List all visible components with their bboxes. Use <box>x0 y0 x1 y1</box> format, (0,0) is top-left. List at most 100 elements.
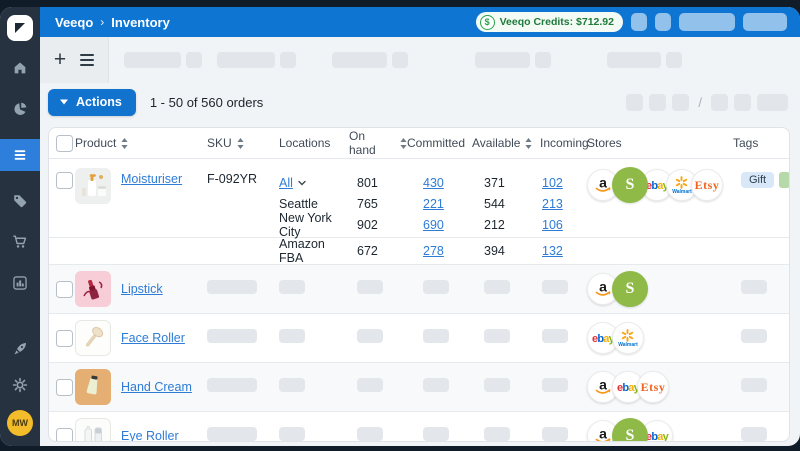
store-badge-etsy[interactable]: Etsy <box>637 371 669 403</box>
column-header-sku[interactable]: SKU <box>207 136 279 150</box>
column-header-on-hand[interactable]: On hand <box>349 129 407 157</box>
add-product-icon[interactable]: + <box>54 49 66 70</box>
shopify-icon: S <box>626 280 635 298</box>
column-header-available[interactable]: Available <box>472 136 540 150</box>
pagination-controls: / <box>626 94 788 111</box>
tags-cell <box>733 427 789 443</box>
sidebar-item-analytics[interactable] <box>0 98 40 120</box>
product-image-handcream[interactable] <box>75 369 111 405</box>
skeleton-value <box>279 280 305 294</box>
product-image-eyeroller[interactable] <box>75 418 111 442</box>
committed-cell <box>407 329 472 348</box>
breadcrumb-separator-icon: › <box>100 15 104 29</box>
product-image-moisturiser[interactable] <box>75 168 111 204</box>
table-body: MoisturiserF-092YRAll SeattleNew York Ci… <box>49 159 789 442</box>
veeqo-logo-icon[interactable] <box>7 15 33 41</box>
committed-link[interactable]: 221 <box>423 197 444 211</box>
amazon-icon: a <box>592 279 614 299</box>
skeleton-value <box>542 329 568 343</box>
stores-cell[interactable]: aSebay <box>587 418 733 442</box>
skeleton-value <box>279 378 305 392</box>
select-all-checkbox[interactable] <box>56 135 73 152</box>
pagination-button[interactable] <box>626 94 643 111</box>
stores-cell[interactable]: aS <box>587 271 733 307</box>
sidebar-item-settings[interactable] <box>0 374 40 396</box>
sidebar-item-home[interactable] <box>0 57 40 79</box>
pagination-button[interactable] <box>757 94 788 111</box>
walmart-icon: Walmart <box>672 176 692 195</box>
pagination-button[interactable] <box>711 94 728 111</box>
pagination-button[interactable] <box>649 94 666 111</box>
skeleton-tag <box>741 427 767 441</box>
table-row: Hand Cream aebayEtsy <box>49 362 789 411</box>
sidebar-item-orders[interactable] <box>0 231 40 253</box>
toolbar-filter-skeletons <box>109 37 682 83</box>
veeqo-credits-button[interactable]: $ Veeqo Credits: $712.92 <box>476 12 623 32</box>
topbar-skeleton-button <box>631 13 647 31</box>
sidebar-item-reports[interactable] <box>0 272 40 294</box>
shopify-icon: S <box>626 176 635 194</box>
incoming-link[interactable]: 213 <box>542 197 563 211</box>
list-icon <box>12 147 28 163</box>
row-checkbox[interactable] <box>56 379 73 396</box>
pagination-button[interactable] <box>672 94 689 111</box>
available-cell <box>472 280 540 299</box>
store-badge-etsy[interactable]: Etsy <box>691 169 723 201</box>
actions-bar: Actions 1 - 50 of 560 orders / <box>40 83 800 121</box>
committed-link[interactable]: 690 <box>423 218 444 232</box>
store-badge-walmart[interactable]: Walmart <box>612 322 644 354</box>
column-header-product[interactable]: Product <box>75 136 207 150</box>
list-view-icon[interactable] <box>80 54 94 66</box>
row-checkbox[interactable] <box>56 428 73 443</box>
sidebar-item-inventory[interactable] <box>0 139 40 171</box>
product-link[interactable]: Face Roller <box>121 331 185 345</box>
skeleton-value <box>484 329 510 343</box>
incoming-link[interactable]: 106 <box>542 218 563 232</box>
svg-text:a: a <box>599 279 607 295</box>
product-link[interactable]: Moisturiser <box>121 172 182 186</box>
tag-gift[interactable]: Gift <box>741 172 774 188</box>
stores-cell[interactable]: aSebayWalmartEtsy <box>587 159 733 203</box>
inventory-table-card: ProductSKULocationsOn handCommittedAvail… <box>48 127 790 442</box>
tag-mini-green[interactable] <box>779 172 790 188</box>
credits-label: Veeqo Credits: $712.92 <box>500 16 614 28</box>
store-badge-shopify[interactable]: S <box>612 271 648 307</box>
locations-cell <box>279 329 349 348</box>
actions-button[interactable]: Actions <box>48 89 136 116</box>
stores-cell[interactable]: ebayWalmart <box>587 322 733 354</box>
committed-cell <box>407 378 472 397</box>
stores-cell[interactable]: aebayEtsy <box>587 371 733 403</box>
committed-link[interactable]: 430 <box>423 176 444 190</box>
pagination-button[interactable] <box>734 94 751 111</box>
product-image-faceroller[interactable] <box>75 320 111 356</box>
toolbar-skeleton-small <box>186 52 202 68</box>
on-hand-value: 902 <box>357 218 378 232</box>
row-checkbox[interactable] <box>56 330 73 347</box>
row-checkbox[interactable] <box>56 281 73 298</box>
user-avatar[interactable]: MW <box>7 410 33 436</box>
incoming-link[interactable]: 102 <box>542 176 563 190</box>
toolbar-skeleton-small <box>666 52 682 68</box>
store-badge-shopify[interactable]: S <box>612 167 648 203</box>
skeleton-tag <box>741 280 767 294</box>
column-header-tags: Tags <box>733 136 789 150</box>
committed-link[interactable]: 278 <box>423 244 444 258</box>
product-image-lipstick[interactable] <box>75 271 111 307</box>
product-link[interactable]: Hand Cream <box>121 380 192 394</box>
available-cell <box>472 427 540 443</box>
product-name-cell: Eye Roller <box>121 429 207 442</box>
sidebar-item-launch[interactable] <box>0 338 40 360</box>
store-badge-shopify[interactable]: S <box>612 418 648 442</box>
product-link[interactable]: Lipstick <box>121 282 163 296</box>
product-thumb-cell <box>75 159 121 204</box>
amazon-icon: a <box>592 377 614 397</box>
location-all-link[interactable]: All <box>279 176 293 190</box>
skeleton-tag <box>741 329 767 343</box>
product-link[interactable]: Eye Roller <box>121 429 179 442</box>
breadcrumb-brand[interactable]: Veeqo <box>55 15 93 30</box>
dollar-coin-icon: $ <box>480 15 495 30</box>
row-checkbox[interactable] <box>56 172 73 189</box>
sidebar-item-products[interactable] <box>0 190 40 212</box>
incoming-link[interactable]: 132 <box>542 244 563 258</box>
product-name-cell: Face Roller <box>121 331 207 345</box>
